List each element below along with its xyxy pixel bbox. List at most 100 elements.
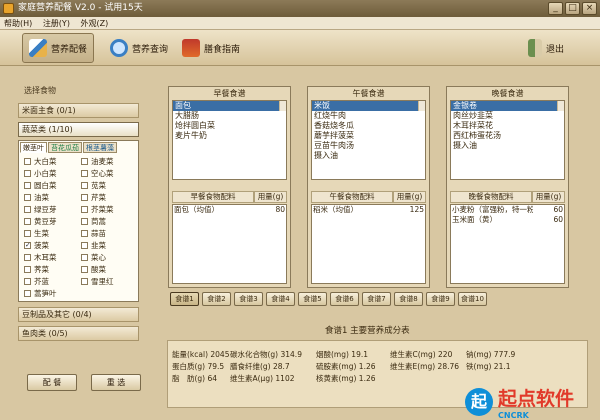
checkbox[interactable] [24,230,31,237]
checkbox[interactable]: ✓ [24,242,31,249]
recipe-item[interactable]: 蘑芋拌菠菜 [312,131,425,141]
nutrition-query-tool[interactable]: 营养查询 [104,33,174,63]
vegetable-item[interactable]: 木耳菜 [24,252,57,263]
ingredient-row[interactable]: 玉米面（黄） 60 [451,215,564,225]
recipe-item[interactable]: 肉丝炒韭菜 [451,111,564,121]
ingredient-list[interactable]: 小麦粉（富强粉，特一粉） 60 玉米面（黄） 60 [450,204,565,284]
exit-tool[interactable]: 退出 [522,33,570,63]
maximize-button[interactable]: □ [565,2,580,15]
vegetable-item[interactable]: 绿豆芽 [24,204,57,215]
checkbox[interactable] [81,182,88,189]
checkbox[interactable] [81,254,88,261]
category-vegetable[interactable]: 蔬菜类 (1/10) [18,122,139,137]
recipe-item[interactable]: 香菇烧冬瓜 [312,121,425,131]
checkbox[interactable] [24,218,31,225]
menu-appearance[interactable]: 外观(Z) [77,17,113,30]
vegetable-item[interactable]: 酸菜 [81,264,106,275]
scrollbar[interactable] [418,101,425,111]
vegetable-item[interactable]: 油麦菜 [81,156,114,167]
ingredient-row[interactable]: 稻米（均值） 125 [312,205,425,215]
tab-root-tuber[interactable]: 根茎薯藻 [83,142,117,153]
category-bean-products[interactable]: 豆制品及其它 (0/4) [18,307,139,322]
recipe-tab[interactable]: 食谱7 [362,292,391,306]
vegetable-item[interactable]: 芥蓝 [24,276,49,287]
checkbox[interactable] [24,266,31,273]
nutrition-plan-tool[interactable]: 营养配餐 [22,33,95,63]
checkbox[interactable] [24,254,31,261]
recipe-item[interactable]: 摄入油 [451,141,564,151]
vegetable-item[interactable]: 大白菜 [24,156,57,167]
scrollbar[interactable] [557,101,564,111]
vegetable-item[interactable]: 蒜苗 [81,228,106,239]
vegetable-item[interactable]: 圆白菜 [24,180,57,191]
recipe-item[interactable]: 米饭 [312,101,425,111]
recipe-list[interactable]: 面包 大腊肠 炝拌圆白菜 麦片牛奶 [172,100,287,180]
vegetable-item[interactable]: 小白菜 [24,168,57,179]
recipe-item[interactable]: 金银卷 [451,101,564,111]
recipe-item[interactable]: 面包 [173,101,286,111]
vegetable-item[interactable]: 茼蒿 [81,216,106,227]
checkbox[interactable] [81,230,88,237]
checkbox[interactable] [24,194,31,201]
recipe-item[interactable]: 木耳拌菜花 [451,121,564,131]
recipe-item[interactable]: 红烧牛肉 [312,111,425,121]
recipe-list[interactable]: 米饭 红烧牛肉 香菇烧冬瓜 蘑芋拌菠菜 豆苗牛肉汤 摄入油 [311,100,426,180]
checkbox[interactable] [81,218,88,225]
checkbox[interactable] [81,266,88,273]
vegetable-item[interactable]: 苋菜 [81,180,106,191]
vegetable-item[interactable]: 芥菜菜 [81,204,114,215]
recipe-item[interactable]: 麦片牛奶 [173,131,286,141]
category-staple[interactable]: 米面主食 (0/1) [18,103,139,118]
vegetable-item[interactable]: 菜心 [81,252,106,263]
recipe-item[interactable]: 西红柿蛋花汤 [451,131,564,141]
checkbox[interactable] [24,206,31,213]
recipe-tab[interactable]: 食谱3 [234,292,263,306]
checkbox[interactable] [81,278,88,285]
ingredient-list[interactable]: 面包（均值） 80 [172,204,287,284]
recipe-item[interactable]: 大腊肠 [173,111,286,121]
recipe-list[interactable]: 金银卷 肉丝炒韭菜 木耳拌菜花 西红柿蛋花汤 摄入油 [450,100,565,180]
close-button[interactable]: × [582,2,597,15]
checkbox[interactable] [81,194,88,201]
recipe-tab[interactable]: 食谱5 [298,292,327,306]
vegetable-item[interactable]: 雪里红 [81,276,114,287]
recipe-tab[interactable]: 食谱2 [202,292,231,306]
checkbox[interactable] [24,158,31,165]
checkbox[interactable] [24,170,31,177]
checkbox[interactable] [81,206,88,213]
menu-help[interactable]: 帮助(H) [0,17,36,30]
checkbox[interactable] [24,182,31,189]
vegetable-item[interactable]: 黄豆芽 [24,216,57,227]
recipe-tab[interactable]: 食谱8 [394,292,423,306]
vegetable-item[interactable]: 荠菜 [24,264,49,275]
minimize-button[interactable]: _ [548,2,563,15]
checkbox[interactable] [24,290,31,297]
generate-meal-button[interactable]: 配 餐 [27,374,77,391]
menu-register[interactable]: 注册(Y) [39,17,74,30]
vegetable-item[interactable]: 蒿笋叶 [24,288,57,299]
vegetable-item[interactable]: ✓ 菠菜 [24,240,49,251]
ingredient-row[interactable]: 小麦粉（富强粉，特一粉） 60 [451,205,564,215]
checkbox[interactable] [81,170,88,177]
recipe-tab[interactable]: 食谱1 [170,292,199,306]
reselect-button[interactable]: 重 选 [91,374,141,391]
ingredient-list[interactable]: 稻米（均值） 125 [311,204,426,284]
recipe-item[interactable]: 炝拌圆白菜 [173,121,286,131]
recipe-tab[interactable]: 食谱6 [330,292,359,306]
vegetable-item[interactable]: 生菜 [24,228,49,239]
ingredient-row[interactable]: 面包（均值） 80 [173,205,286,215]
recipe-item[interactable]: 摄入油 [312,151,425,161]
tab-tender-leaf[interactable]: 嫩茎叶 [20,142,47,153]
recipe-tab[interactable]: 食谱10 [458,292,487,306]
recipe-tab[interactable]: 食谱9 [426,292,455,306]
recipe-item[interactable]: 豆苗牛肉汤 [312,141,425,151]
recipe-tab[interactable]: 食谱4 [266,292,295,306]
checkbox[interactable] [81,242,88,249]
diet-guide-tool[interactable]: 膳食指南 [176,33,246,63]
vegetable-item[interactable]: 芹菜 [81,192,106,203]
vegetable-item[interactable]: 韭菜 [81,240,106,251]
checkbox[interactable] [24,278,31,285]
category-fish-meat[interactable]: 鱼肉类 (0/5) [18,326,139,341]
tab-flower-melon[interactable]: 苔花瓜茄 [48,142,82,153]
vegetable-item[interactable]: 油菜 [24,192,49,203]
